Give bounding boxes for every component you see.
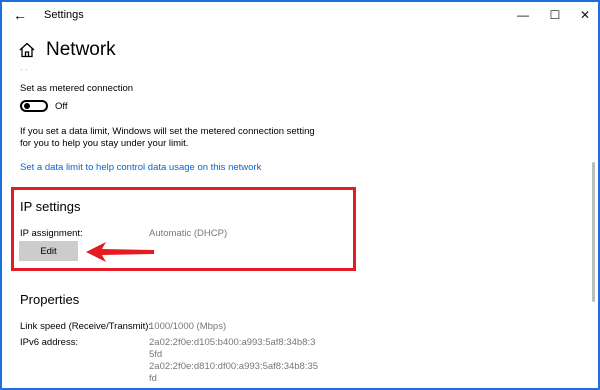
properties-heading: Properties [20, 292, 80, 307]
app-title: Settings [44, 9, 84, 21]
link-speed-value: 1000/1000 (Mbps) [149, 321, 227, 332]
cut-off-text-fragment: · · [20, 68, 80, 70]
ipv6-address-line: 2a02:2f0e:d810:df00:a993:5af8:34b8:35 [149, 361, 319, 372]
page-title: Network [46, 39, 116, 60]
edit-ip-button[interactable]: Edit [19, 241, 78, 261]
ip-assignment-label: IP assignment: [20, 228, 83, 239]
minimize-button[interactable]: — [510, 5, 536, 25]
ipv6-address-line: 2a02:2f0e:d105:b400:a993:5af8:34b8:3 [149, 337, 316, 348]
toggle-state-label: Off [55, 101, 68, 112]
scrollbar-thumb[interactable] [592, 162, 595, 302]
ip-settings-heading: IP settings [20, 199, 81, 214]
link-speed-label: Link speed (Receive/Transmit): [20, 321, 152, 332]
metered-description-line2: for you to help you stay under your limi… [20, 138, 189, 149]
metered-description-line1: If you set a data limit, Windows will se… [20, 126, 315, 137]
home-icon[interactable] [18, 41, 36, 59]
page-header: Network [18, 38, 116, 62]
title-bar: ← Settings — ☐ ✕ [2, 2, 598, 28]
metered-connection-toggle[interactable] [20, 100, 48, 112]
ipv6-address-line: fd [149, 373, 157, 384]
back-arrow-icon[interactable]: ← [10, 5, 30, 25]
settings-window: ← Settings — ☐ ✕ Network · · Set as mete… [2, 2, 598, 388]
data-limit-link[interactable]: Set a data limit to help control data us… [20, 162, 261, 173]
toggle-knob [24, 103, 30, 109]
ipv6-address-line: 5fd [149, 349, 163, 360]
metered-connection-label: Set as metered connection [20, 83, 134, 94]
maximize-button[interactable]: ☐ [542, 5, 568, 25]
ipv6-address-label: IPv6 address: [20, 337, 79, 348]
close-button[interactable]: ✕ [572, 5, 598, 25]
ip-assignment-value: Automatic (DHCP) [149, 228, 228, 239]
red-arrow-icon [86, 242, 154, 262]
